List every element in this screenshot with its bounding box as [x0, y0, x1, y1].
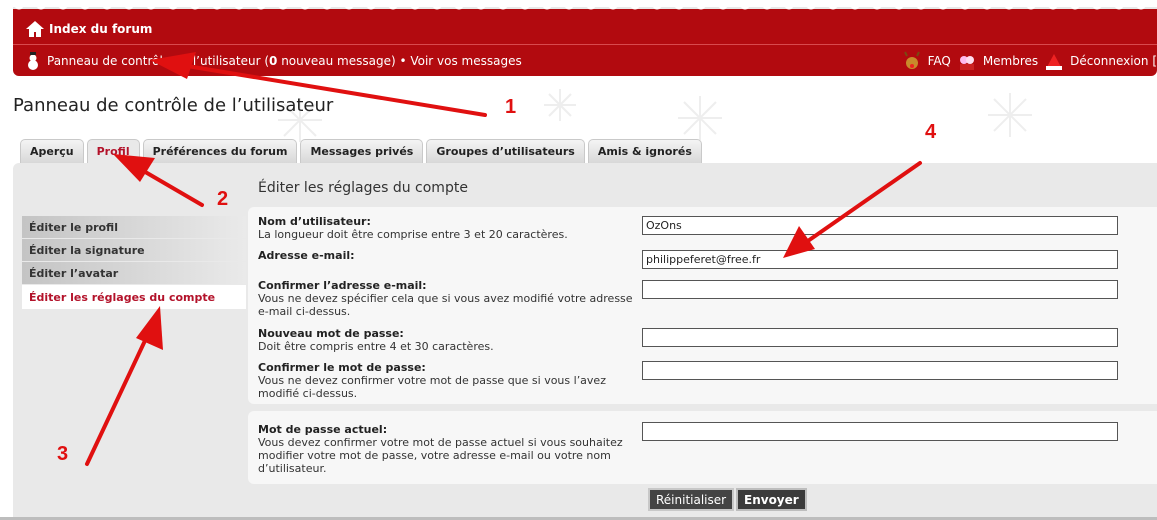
current-password-input[interactable] — [642, 422, 1118, 441]
annotation-number-3: 3 — [57, 443, 69, 465]
account-form: Nom d’utilisateur: La longueur doit être … — [248, 207, 1157, 404]
confirm-email-input[interactable] — [642, 280, 1118, 299]
submit-button[interactable]: Envoyer — [736, 488, 807, 511]
confirm-email-field-label: Confirmer l’adresse e-mail: Vous ne devez… — [258, 279, 633, 318]
annotation-number-2: 2 — [217, 188, 229, 210]
reset-button[interactable]: Réinitialiser — [648, 488, 735, 511]
ucp-link[interactable]: Panneau de contrôle de l’utilisateur (0 … — [47, 54, 522, 68]
tab-messages-prives[interactable]: Messages privés — [300, 139, 424, 163]
header-nav-row: Index du forum — [13, 15, 1157, 45]
reindeer-faq-icon — [903, 51, 920, 69]
faq-link[interactable]: FAQ — [928, 54, 951, 68]
new-password-field-label: Nouveau mot de passe: Doit être compris e… — [258, 327, 494, 353]
tab-apercu[interactable]: Aperçu — [20, 139, 84, 163]
santa-hat-logout-icon — [1046, 54, 1063, 70]
new-password-input[interactable] — [642, 328, 1118, 347]
username-input[interactable] — [642, 216, 1118, 235]
tab-preferences[interactable]: Préférences du forum — [142, 139, 298, 163]
sidebar-item-edit-signature[interactable]: Éditer la signature — [22, 239, 246, 261]
username-field-label: Nom d’utilisateur: La longueur doit être … — [258, 215, 568, 241]
snowman-icon — [28, 52, 38, 70]
tab-profil[interactable]: Profil — [86, 139, 140, 163]
sidebar-item-edit-avatar[interactable]: Éditer l’avatar — [22, 262, 246, 284]
section-title: Éditer les réglages du compte — [258, 180, 468, 196]
current-password-form: Mot de passe actuel: Vous devez confirmer… — [248, 411, 1157, 484]
current-password-field-label: Mot de passe actuel: Vous devez confirmer… — [258, 423, 623, 475]
page-title: Panneau de contrôle de l’utilisateur — [13, 95, 334, 116]
confirm-password-input[interactable] — [642, 361, 1118, 380]
confirm-password-field-label: Confirmer le mot de passe: Vous ne devez … — [258, 361, 606, 400]
tab-amis[interactable]: Amis & ignorés — [587, 139, 702, 163]
annotation-number-4: 4 — [925, 121, 937, 143]
members-link[interactable]: Membres — [983, 54, 1038, 68]
home-icon[interactable] — [25, 19, 45, 39]
annotation-number-1: 1 — [505, 96, 517, 118]
sidebar-item-account-settings[interactable]: Éditer les réglages du compte — [22, 285, 246, 309]
sidebar-item-edit-profile[interactable]: Éditer le profil — [22, 216, 246, 238]
members-icon — [959, 56, 974, 70]
email-input[interactable] — [642, 250, 1118, 269]
ucp-tabs: Aperçu Profil Préférences du forum Messa… — [20, 139, 702, 163]
snow-border — [13, 0, 1157, 11]
email-field-label: Adresse e-mail: — [258, 249, 355, 262]
header-user-row: Panneau de contrôle de l’utilisateur (0 … — [23, 50, 1157, 72]
tab-groupes[interactable]: Groupes d’utilisateurs — [426, 139, 585, 163]
header-divider — [13, 44, 1157, 45]
profile-sidebar: Éditer le profil Éditer la signature Édi… — [22, 216, 246, 310]
forum-index-link[interactable]: Index du forum — [49, 22, 152, 36]
logout-link[interactable]: Déconnexion [ — [1070, 54, 1157, 68]
forum-header: Index du forum Panneau de contrôle de l’… — [13, 0, 1157, 76]
